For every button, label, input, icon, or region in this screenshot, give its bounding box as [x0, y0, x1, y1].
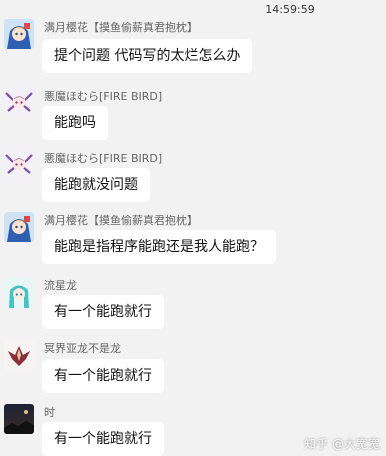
message-timestamp: 14:59:59	[265, 3, 315, 16]
dark-night-avatar[interactable]	[4, 404, 34, 434]
anime-girl-purple-avatar[interactable]	[4, 149, 34, 179]
anime-girl-blue-avatar[interactable]	[4, 212, 34, 242]
message-bubble[interactable]: 提个问题 代码写的太烂怎么办	[42, 39, 253, 73]
message-bubble[interactable]: 有一个能跑就行	[42, 422, 164, 456]
message-bubble[interactable]: 能跑就没问题	[42, 168, 150, 202]
message-bubble[interactable]: 有一个能跑就行	[42, 295, 164, 329]
message-bubble[interactable]: 能跑吗	[42, 106, 108, 140]
watermark: 知乎 @大宽宽	[304, 437, 380, 451]
sender-name[interactable]: 满月樱花【摸鱼偷薪真君抱枕】	[44, 19, 198, 35]
teal-hair-girl-avatar[interactable]	[4, 278, 34, 308]
dragon-sprite-avatar[interactable]	[4, 340, 34, 370]
sender-name[interactable]: 悪魔ほむら[FIRE BIRD]	[44, 150, 162, 166]
chat-window: 14:59:59 满月樱花【摸鱼偷薪真君抱枕】 提个问题 代码写的太烂怎么办 悪…	[0, 0, 386, 456]
sender-name[interactable]: 时	[44, 404, 55, 420]
anime-girl-purple-avatar[interactable]	[4, 87, 34, 117]
sender-name[interactable]: 悪魔ほむら[FIRE BIRD]	[44, 88, 162, 104]
sender-name[interactable]: 满月樱花【摸鱼偷薪真君抱枕】	[44, 212, 198, 228]
sender-name[interactable]: 冥界亚龙不是龙	[44, 340, 121, 356]
message-bubble[interactable]: 有一个能跑就行	[42, 359, 164, 393]
anime-girl-blue-avatar[interactable]	[4, 19, 34, 49]
message-bubble[interactable]: 能跑是指程序能跑还是我人能跑？	[42, 230, 276, 264]
sender-name[interactable]: 流星龙	[44, 277, 77, 293]
